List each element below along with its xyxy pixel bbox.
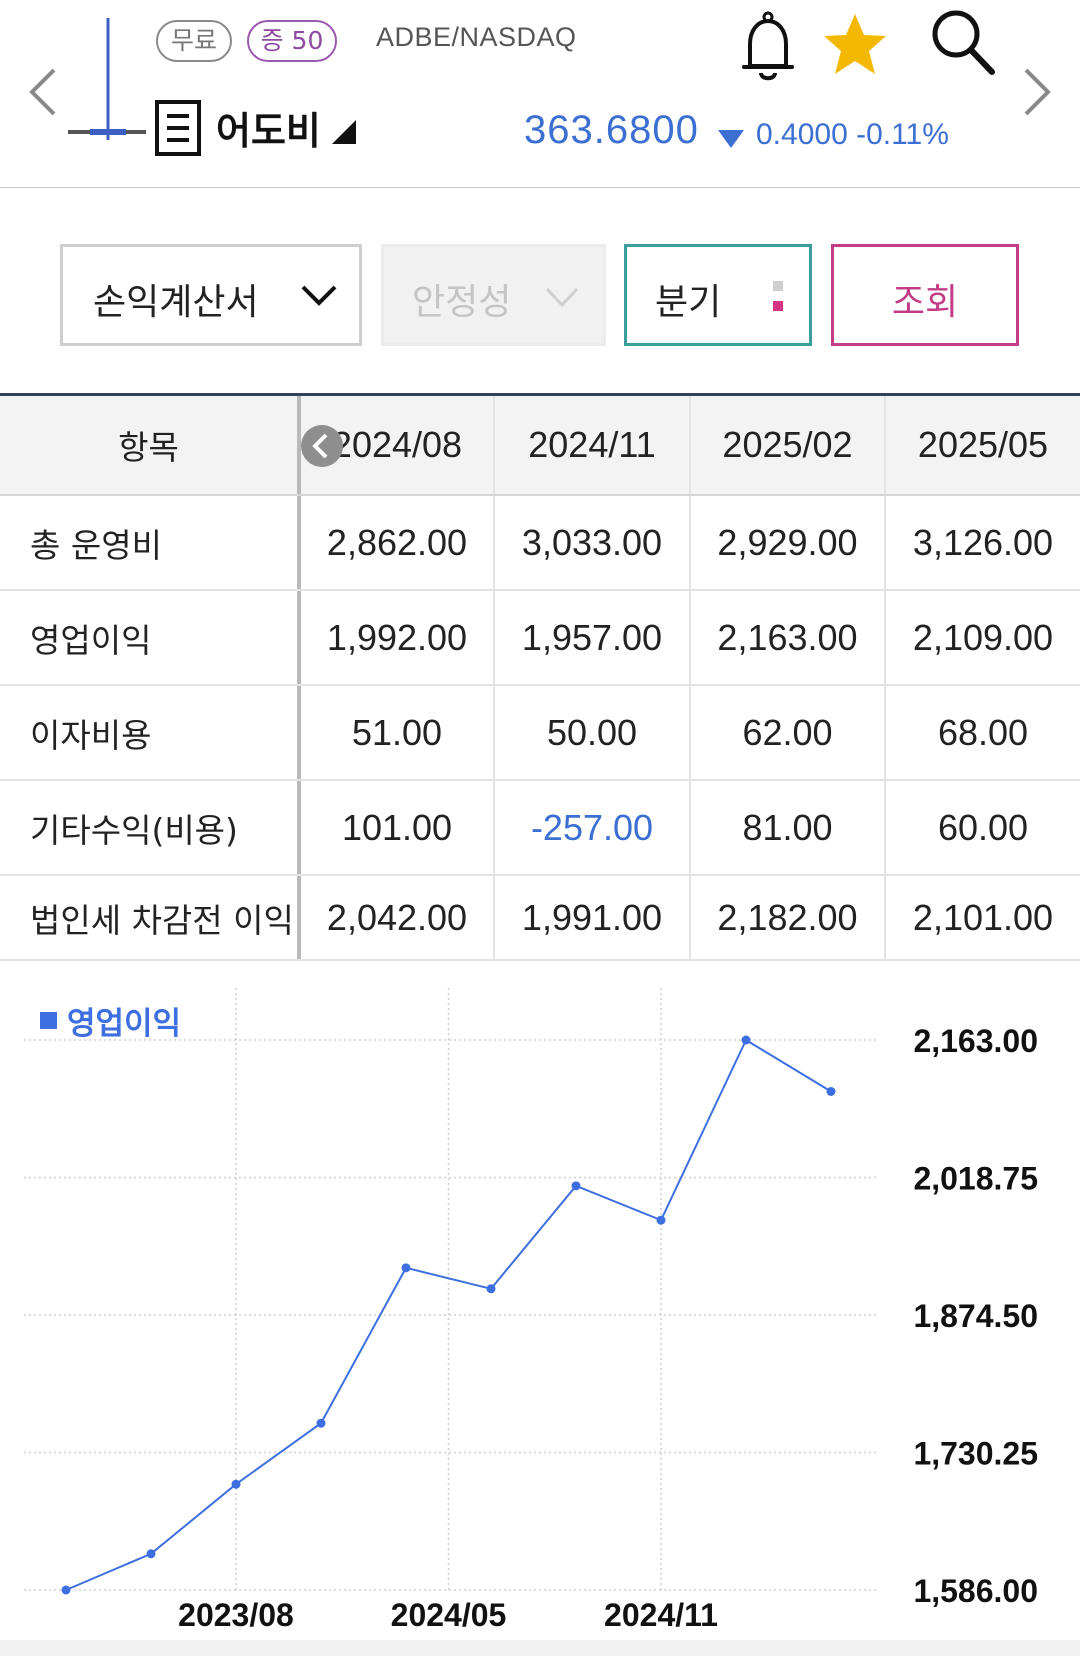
table-cell: 1,991.00 (493, 876, 689, 959)
favorite-star-icon[interactable] (822, 12, 888, 78)
table-cell: 2,042.00 (297, 876, 493, 959)
row-label: 법인세 차감전 이익 (30, 900, 294, 940)
table-cell: 3,033.00 (493, 496, 689, 589)
price-down-triangle-icon (718, 130, 744, 148)
row-label: 총 운영비 (30, 525, 162, 565)
data-point (741, 1035, 751, 1045)
column-header: 2024/11 (493, 396, 689, 494)
table-cell: -257.00 (493, 781, 689, 874)
table-header-row: 항목 2024/08 2024/11 2025/02 2025/05 (0, 396, 1080, 496)
query-button-label: 조회 (891, 282, 959, 323)
query-button[interactable]: 조회 (831, 244, 1019, 346)
price-change: 0.4000 -0.11% (756, 118, 949, 151)
row-label: 이자비용 (30, 715, 152, 755)
table-cell: 2,182.00 (689, 876, 884, 959)
margin-badge: 증 50 (247, 20, 337, 62)
stock-header: 무료 증 50 ADBE/NASDAQ 어도비 363.6800 0.4000 … (0, 0, 1080, 188)
x-tick-label: 2023/08 (178, 1597, 294, 1633)
data-point (656, 1215, 666, 1225)
period-label: 분기 (655, 282, 722, 323)
column-header: 2025/02 (689, 396, 884, 494)
x-tick-label: 2024/11 (604, 1597, 718, 1633)
ticker-symbol: ADBE/NASDAQ (376, 22, 577, 52)
stock-dropdown-triangle-icon[interactable] (328, 118, 356, 146)
legend-swatch (40, 1012, 57, 1029)
table-cell: 2,101.00 (884, 876, 1080, 959)
table-row: 기타수익(비용) 101.00 -257.00 81.00 60.00 (0, 781, 1080, 876)
next-stock-arrow-icon[interactable] (1016, 62, 1056, 122)
table-row: 총 운영비 2,862.00 3,033.00 2,929.00 3,126.0… (0, 496, 1080, 591)
data-point (61, 1585, 71, 1595)
y-tick-label: 2,018.75 (913, 1161, 1038, 1197)
stability-label: 안정성 (412, 282, 512, 323)
table-cell: 68.00 (884, 686, 1080, 779)
previous-stock-arrow-icon[interactable] (24, 62, 64, 122)
table-cell: 51.00 (297, 686, 493, 779)
data-point (231, 1479, 241, 1489)
y-tick-label: 1,586.00 (913, 1573, 1038, 1609)
operating-income-chart: 2,163.00 2,018.75 1,874.50 1,730.25 1,586.00… (0, 960, 1080, 1656)
data-point (401, 1263, 411, 1273)
item-column-header: 항목 (118, 428, 179, 467)
table-cell: 81.00 (689, 781, 884, 874)
chart-legend: 영업이익 (40, 998, 181, 1043)
period-select[interactable]: 분기 (624, 244, 812, 346)
stock-name[interactable]: 어도비 (216, 100, 321, 155)
table-cell: 2,109.00 (884, 591, 1080, 684)
search-icon[interactable] (928, 6, 998, 78)
table-cell: 2,929.00 (689, 496, 884, 589)
document-icon[interactable] (155, 100, 201, 156)
table-cell: 62.00 (689, 686, 884, 779)
y-tick-label: 2,163.00 (913, 1023, 1038, 1059)
stability-select[interactable]: 안정성 (381, 244, 606, 346)
y-tick-label: 1,730.25 (913, 1436, 1038, 1472)
column-header: 2025/05 (884, 396, 1080, 494)
chevron-down-icon (545, 287, 579, 308)
row-label: 기타수익(비용) (30, 810, 238, 850)
row-label: 영업이익 (30, 620, 152, 660)
table-cell: 101.00 (297, 781, 493, 874)
table-cell: 2,163.00 (689, 591, 884, 684)
table-cell: 2,862.00 (297, 496, 493, 589)
data-point (316, 1418, 326, 1428)
statement-type-select[interactable]: 손익계산서 (60, 244, 362, 346)
table-cell: 1,992.00 (297, 591, 493, 684)
mini-candle-icon (68, 18, 146, 140)
income-statement-table: 항목 2024/08 2024/11 2025/02 2025/05 총 운영비… (0, 393, 1080, 961)
chevron-down-icon (301, 285, 337, 306)
table-cell: 1,957.00 (493, 591, 689, 684)
statement-type-label: 손익계산서 (93, 282, 259, 323)
line-chart: 2,163.00 2,018.75 1,874.50 1,730.25 1,586.00… (24, 988, 1038, 1633)
bottom-bar (0, 1640, 1080, 1656)
data-point (571, 1181, 581, 1191)
table-row: 법인세 차감전 이익 2,042.00 1,991.00 2,182.00 2,… (0, 876, 1080, 961)
table-row: 영업이익 1,992.00 1,957.00 2,163.00 2,109.00 (0, 591, 1080, 686)
legend-label: 영업이익 (67, 1006, 182, 1042)
y-tick-label: 1,874.50 (913, 1298, 1038, 1334)
more-options-icon (773, 281, 783, 311)
scroll-left-icon[interactable] (300, 424, 344, 468)
table-cell: 3,126.00 (884, 496, 1080, 589)
x-tick-label: 2024/05 (391, 1597, 507, 1633)
data-point (486, 1284, 496, 1294)
data-point (146, 1549, 156, 1559)
table-cell: 50.00 (493, 686, 689, 779)
data-point (826, 1086, 836, 1096)
table-cell: 60.00 (884, 781, 1080, 874)
table-row: 이자비용 51.00 50.00 62.00 68.00 (0, 686, 1080, 781)
current-price: 363.6800 (524, 108, 699, 152)
bell-icon[interactable] (740, 10, 796, 84)
free-badge: 무료 (156, 20, 232, 62)
